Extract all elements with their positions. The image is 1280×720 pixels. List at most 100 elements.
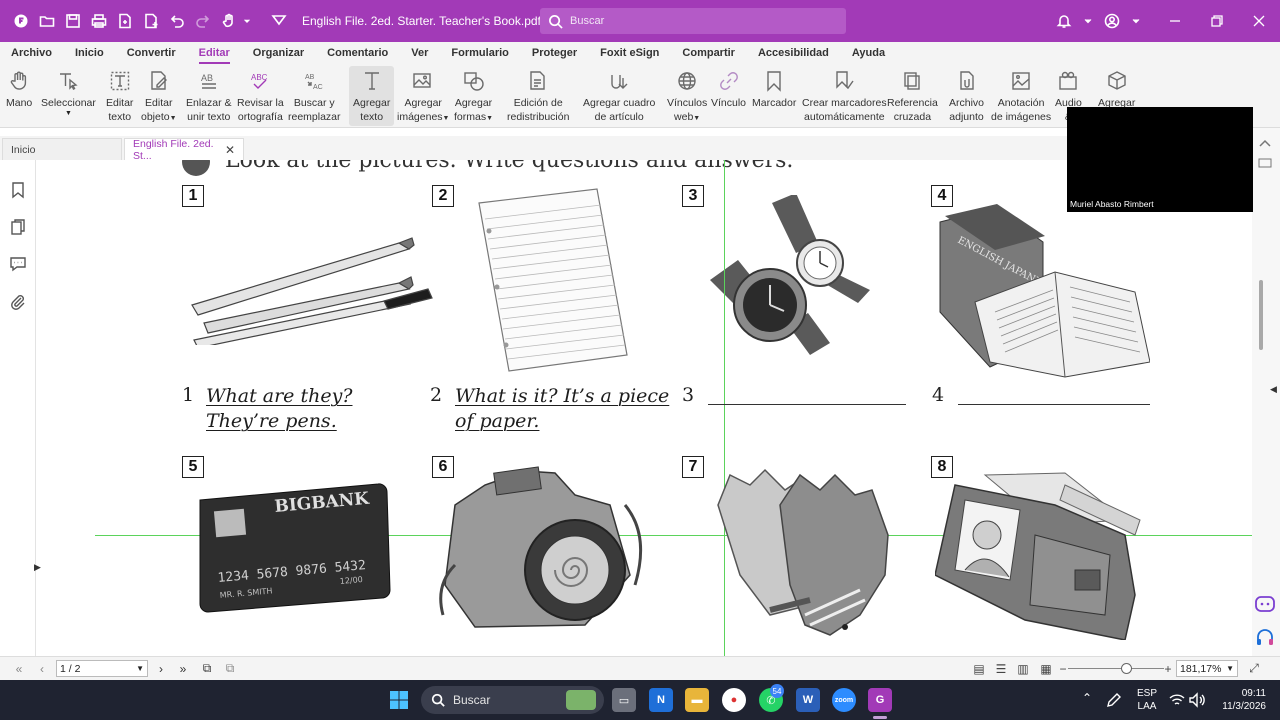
print-icon[interactable] <box>86 8 112 34</box>
account-dropdown-icon[interactable] <box>1130 8 1142 34</box>
cross-reference-button[interactable]: Referencia cruzada <box>887 68 938 124</box>
zoom-app-icon[interactable]: zoom <box>832 688 856 712</box>
hand-tool-button[interactable]: Mano <box>6 68 32 110</box>
panel-toggle-icon[interactable] <box>1258 156 1272 170</box>
save-icon[interactable] <box>60 8 86 34</box>
scroll-up-arrow-icon[interactable] <box>1258 137 1272 151</box>
edit-text-button[interactable]: Editar texto <box>106 68 133 124</box>
menu-comentario[interactable]: Comentario <box>327 47 388 59</box>
facing-view-icon[interactable]: ▥ <box>1012 658 1034 680</box>
menu-ver[interactable]: Ver <box>411 47 428 59</box>
add-images-button[interactable]: Agregar imágenes▼ <box>397 68 449 126</box>
tray-overflow-icon[interactable]: ⌃ <box>1082 691 1092 705</box>
answer-blank-line[interactable] <box>958 404 1150 405</box>
next-view-icon[interactable]: ⧉ <box>219 658 241 680</box>
page-dropdown-icon[interactable]: ▼ <box>136 664 144 673</box>
zoom-level-select[interactable]: 181,17% ▼ <box>1176 660 1238 677</box>
language-indicator[interactable]: ESP LAA <box>1137 687 1157 713</box>
add-article-box-button[interactable]: Agregar cuadro de artículo <box>583 68 655 124</box>
system-clock[interactable]: 09:11 11/3/2026 <box>1214 687 1266 713</box>
chat-assistant-icon[interactable] <box>1254 594 1276 616</box>
task-view-icon[interactable]: ▭ <box>612 688 636 712</box>
open-folder-icon[interactable] <box>34 8 60 34</box>
search-input[interactable]: Buscar <box>540 8 846 34</box>
volume-icon[interactable] <box>1188 691 1206 709</box>
bookmarks-panel-icon[interactable] <box>9 181 27 199</box>
edit-object-button[interactable]: Editar objeto▼ <box>141 68 177 126</box>
support-headset-icon[interactable] <box>1254 627 1276 649</box>
hand-tool-icon[interactable] <box>216 8 242 34</box>
menu-convertir[interactable]: Convertir <box>127 47 176 59</box>
menu-editar[interactable]: Editar <box>198 47 230 64</box>
notification-bell-icon[interactable] <box>1046 8 1082 34</box>
chrome-icon[interactable]: ● <box>722 688 746 712</box>
close-window-button[interactable] <box>1238 0 1280 42</box>
find-replace-button[interactable]: AB AC Buscar y reemplazar <box>288 68 341 124</box>
menu-formulario[interactable]: Formulario <box>451 47 508 59</box>
spell-check-button[interactable]: ABC Revisar la ortografía <box>237 68 284 124</box>
taskbar-search[interactable]: Buscar <box>421 686 604 714</box>
file-attachment-button[interactable]: Archivo adjunto <box>949 68 984 124</box>
zoom-slider-handle[interactable] <box>1121 663 1132 674</box>
menu-proteger[interactable]: Proteger <box>532 47 577 59</box>
tab-home[interactable]: Inicio <box>2 138 122 160</box>
new-document-icon[interactable] <box>112 8 138 34</box>
first-page-icon[interactable]: « <box>8 658 30 680</box>
menu-organizar[interactable]: Organizar <box>253 47 304 59</box>
zoom-slider[interactable] <box>1068 668 1164 669</box>
undo-icon[interactable] <box>164 8 190 34</box>
notification-dropdown-icon[interactable] <box>1082 8 1094 34</box>
add-3d-button[interactable]: Agregar <box>1098 68 1135 110</box>
menu-foxit-esign[interactable]: Foxit eSign <box>600 47 659 59</box>
account-icon[interactable] <box>1094 8 1130 34</box>
add-text-button[interactable]: Agregar texto <box>349 66 395 126</box>
foxit-logo-icon[interactable] <box>8 8 34 34</box>
windows-start-icon[interactable] <box>389 690 409 710</box>
image-annotation-button[interactable]: Anotación de imágenes <box>991 68 1051 124</box>
collapse-right-panel-arrow[interactable]: ◀ <box>1270 384 1277 395</box>
answer-blank-line[interactable] <box>708 404 906 405</box>
menu-accesibilidad[interactable]: Accesibilidad <box>758 47 829 59</box>
select-tool-button[interactable]: Seleccionar ▼ <box>41 68 96 117</box>
auto-bookmarks-button[interactable]: Crear marcadores automáticamente <box>802 68 887 124</box>
restore-button[interactable] <box>1196 0 1238 42</box>
last-page-icon[interactable]: » <box>172 658 194 680</box>
link-button[interactable]: Vínculo <box>711 68 746 110</box>
comments-panel-icon[interactable] <box>9 255 27 273</box>
file-explorer-icon[interactable]: ▬ <box>685 688 709 712</box>
wifi-icon[interactable] <box>1168 691 1186 709</box>
reflow-edit-button[interactable]: Edición de redistribución <box>507 68 569 124</box>
web-links-button[interactable]: Vínculos web▼ <box>667 68 707 126</box>
previous-page-icon[interactable]: ‹ <box>31 658 53 680</box>
join-text-button[interactable]: AB Enlazar & unir texto <box>186 68 232 124</box>
fullscreen-icon[interactable]: ⤢ <box>1243 658 1265 680</box>
foxit-taskbar-icon[interactable]: G <box>868 688 892 712</box>
previous-view-icon[interactable]: ⧉ <box>196 658 218 680</box>
single-page-view-icon[interactable]: ▤ <box>968 658 990 680</box>
create-pdf-icon[interactable] <box>138 8 164 34</box>
close-tab-icon[interactable]: ✕ <box>225 143 235 157</box>
menu-compartir[interactable]: Compartir <box>682 47 735 59</box>
minimize-button[interactable] <box>1154 0 1196 42</box>
vertical-scrollbar-thumb[interactable] <box>1259 280 1263 350</box>
continuous-view-icon[interactable]: ☰ <box>990 658 1012 680</box>
video-call-overlay[interactable]: Muriel Abasto Rimbert <box>1067 107 1253 212</box>
next-page-icon[interactable]: › <box>150 658 172 680</box>
pages-panel-icon[interactable] <box>9 218 27 236</box>
menu-ayuda[interactable]: Ayuda <box>852 47 885 59</box>
filter-icon[interactable] <box>266 8 292 34</box>
word-icon[interactable]: W <box>796 688 820 712</box>
attachments-panel-icon[interactable] <box>9 293 27 311</box>
menu-archivo[interactable]: Archivo <box>11 47 52 59</box>
customize-dropdown-icon[interactable] <box>242 8 252 34</box>
pen-tray-icon[interactable] <box>1105 691 1123 709</box>
page-number-input[interactable]: 1 / 2 ▼ <box>56 660 148 677</box>
bookmark-button[interactable]: Marcador <box>752 68 796 110</box>
expand-panel-arrow[interactable]: ▶ <box>34 562 41 573</box>
zoom-dropdown-icon[interactable]: ▼ <box>1226 664 1234 673</box>
redo-icon[interactable] <box>190 8 216 34</box>
add-shapes-button[interactable]: Agregar formas▼ <box>454 68 493 126</box>
menu-inicio[interactable]: Inicio <box>75 47 104 59</box>
notes-app-icon[interactable]: N <box>649 688 673 712</box>
document-view[interactable]: Look at the pictures. Write questions an… <box>50 160 1252 656</box>
